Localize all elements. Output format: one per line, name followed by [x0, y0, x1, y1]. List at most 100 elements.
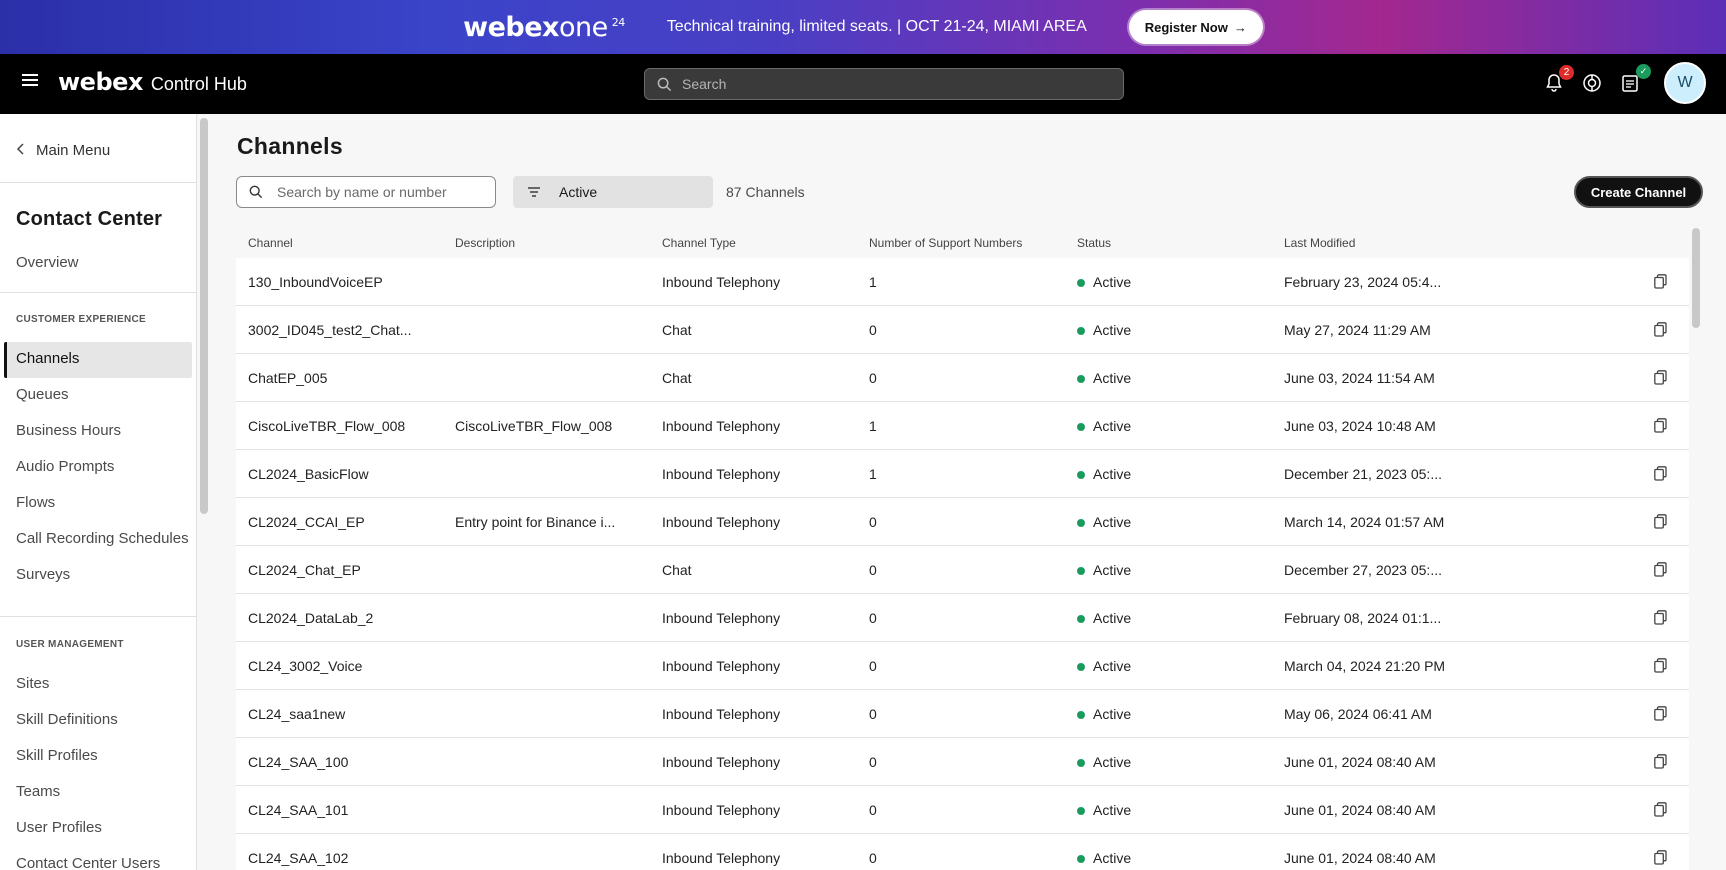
global-search-input[interactable] — [682, 76, 1102, 92]
sidebar-item-flows[interactable]: Flows — [16, 494, 55, 511]
table-row[interactable]: ChatEP_005 Chat 0 Active June 03, 2024 11:54… — [236, 354, 1689, 402]
copy-icon[interactable] — [1642, 754, 1689, 769]
column-header-channel[interactable]: Channel — [236, 236, 443, 250]
status-label: Active — [1093, 321, 1132, 338]
search-icon — [657, 77, 672, 91]
channel-search[interactable] — [236, 176, 496, 208]
register-now-button[interactable]: Register Now → — [1128, 10, 1263, 44]
cell-last-modified: May 06, 2024 06:41 AM — [1284, 705, 1432, 722]
cell-support-numbers: 0 — [869, 705, 877, 722]
cell-last-modified: June 01, 2024 08:40 AM — [1284, 753, 1436, 770]
sidebar-item-skill-profiles[interactable]: Skill Profiles — [16, 747, 98, 764]
sidebar-item-user-profiles[interactable]: User Profiles — [16, 819, 102, 836]
copy-icon[interactable] — [1642, 322, 1689, 337]
copy-icon[interactable] — [1642, 562, 1689, 577]
cell-channel-type: Inbound Telephony — [662, 705, 781, 722]
cell-last-modified: February 08, 2024 01:1... — [1284, 609, 1442, 626]
sidebar-item-sites[interactable]: Sites — [16, 675, 49, 692]
column-header-status[interactable]: Status — [1065, 236, 1272, 250]
table-row[interactable]: CL24_SAA_101 Inbound Telephony 0 Active June… — [236, 786, 1689, 834]
sidebar-title: Contact Center — [16, 208, 163, 230]
webexone-logo: webex one 24 — [463, 12, 625, 43]
cell-status: Active — [1065, 658, 1272, 674]
page-title: Channels — [237, 133, 343, 159]
cell-channel: CL2024_BasicFlow — [248, 465, 369, 482]
table-row[interactable]: CL2024_Chat_EP Chat 0 Active December 27, 20… — [236, 546, 1689, 594]
hamburger-menu-icon[interactable] — [22, 74, 38, 88]
copy-icon[interactable] — [1642, 706, 1689, 721]
table-row[interactable]: 3002_ID045_test2_Chat... Chat 0 Active May 2… — [236, 306, 1689, 354]
cell-status: Active — [1065, 322, 1272, 338]
copy-icon[interactable] — [1642, 370, 1689, 385]
status-filter-dropdown[interactable]: Active — [513, 176, 713, 208]
cell-channel-type: Inbound Telephony — [662, 801, 781, 818]
cell-status: Active — [1065, 754, 1272, 770]
banner-logo-sup: 24 — [611, 15, 626, 29]
cell-channel: CL2024_CCAI_EP — [248, 513, 365, 530]
sidebar-item-contact-center-users[interactable]: Contact Center Users — [16, 855, 160, 870]
column-header-channel-type[interactable]: Channel Type — [650, 236, 857, 250]
channel-search-input[interactable] — [277, 184, 477, 200]
sidebar-item-audio-prompts[interactable]: Audio Prompts — [16, 458, 114, 475]
table-row[interactable]: 130_InboundVoiceEP Inbound Telephony 1 Acti… — [236, 258, 1689, 306]
column-header-last-modified[interactable]: Last Modified — [1272, 236, 1642, 250]
sidebar-item-business-hours[interactable]: Business Hours — [16, 422, 121, 439]
column-header-support-numbers[interactable]: Number of Support Numbers — [857, 236, 1065, 250]
cell-last-modified: March 04, 2024 21:20 PM — [1284, 657, 1446, 674]
copy-icon[interactable] — [1642, 610, 1689, 625]
table-scrollbar[interactable] — [1692, 228, 1700, 328]
sidebar-scrollbar[interactable] — [200, 118, 208, 514]
sidebar-item-queues[interactable]: Queues — [16, 386, 69, 403]
sidebar-item-teams[interactable]: Teams — [16, 783, 60, 800]
table-row[interactable]: CL2024_CCAI_EP Entry point for Binance i.… — [236, 498, 1689, 546]
main-menu-label: Main Menu — [36, 142, 111, 159]
brand-logo: webex Control Hub — [58, 68, 247, 96]
copy-icon[interactable] — [1642, 802, 1689, 817]
cell-support-numbers: 1 — [869, 417, 877, 434]
tasks-checklist-icon[interactable]: ✓ — [1618, 64, 1651, 95]
check-badge-icon: ✓ — [1636, 64, 1651, 79]
cell-last-modified: March 14, 2024 01:57 AM — [1284, 513, 1445, 530]
main-menu-back-link[interactable]: Main Menu — [16, 142, 110, 159]
banner-text: Technical training, limited seats. | OCT… — [666, 18, 1087, 35]
cell-support-numbers: 0 — [869, 801, 877, 818]
notifications-bell-icon[interactable]: 2 — [1542, 65, 1574, 95]
copy-icon[interactable] — [1642, 418, 1689, 433]
table-row[interactable]: CL24_saa1new Inbound Telephony 0 Active May … — [236, 690, 1689, 738]
cell-description: CiscoLiveTBR_Flow_008 — [455, 417, 613, 434]
sidebar-item-call-recording-schedules[interactable]: Call Recording Schedules — [16, 530, 189, 547]
table-row[interactable]: CL24_3002_Voice Inbound Telephony 0 Active M… — [236, 642, 1689, 690]
help-support-icon[interactable] — [1580, 71, 1604, 95]
cell-support-numbers: 0 — [869, 657, 877, 674]
cell-channel-type: Chat — [662, 321, 692, 338]
table-row[interactable]: CL24_SAA_102 Inbound Telephony 0 Active June… — [236, 834, 1689, 870]
channels-table: Channel Description Channel Type Number … — [236, 228, 1689, 870]
sidebar-item-channels[interactable]: Channels — [16, 350, 79, 367]
sidebar-item-overview[interactable]: Overview — [16, 254, 79, 271]
banner-logo-one: one — [558, 11, 608, 43]
copy-icon[interactable] — [1642, 514, 1689, 529]
status-dot-icon — [1077, 566, 1085, 575]
table-row[interactable]: CiscoLiveTBR_Flow_008 CiscoLiveTBR_Flow_0… — [236, 402, 1689, 450]
copy-icon[interactable] — [1642, 658, 1689, 673]
cell-channel: CL24_SAA_100 — [248, 753, 349, 770]
table-row[interactable]: CL24_SAA_100 Inbound Telephony 0 Active June… — [236, 738, 1689, 786]
create-channel-button[interactable]: Create Channel — [1574, 176, 1703, 208]
sidebar-item-skill-definitions[interactable]: Skill Definitions — [16, 711, 118, 728]
status-dot-icon — [1077, 854, 1085, 863]
table-row[interactable]: CL2024_DataLab_2 Inbound Telephony 0 Active… — [236, 594, 1689, 642]
copy-icon[interactable] — [1642, 274, 1689, 289]
copy-icon[interactable] — [1642, 466, 1689, 481]
column-header-description[interactable]: Description — [443, 236, 650, 250]
notifications-count-badge: 2 — [1559, 65, 1574, 80]
status-label: Active — [1093, 273, 1132, 290]
cell-support-numbers: 0 — [869, 513, 877, 530]
copy-icon[interactable] — [1642, 850, 1689, 865]
status-label: Active — [1093, 753, 1132, 770]
sidebar-item-surveys[interactable]: Surveys — [16, 566, 70, 583]
cell-last-modified: June 03, 2024 10:48 AM — [1284, 417, 1436, 434]
global-search[interactable] — [644, 68, 1124, 100]
user-avatar[interactable]: W — [1664, 62, 1706, 104]
cell-support-numbers: 0 — [869, 753, 877, 770]
table-row[interactable]: CL2024_BasicFlow Inbound Telephony 1 Active… — [236, 450, 1689, 498]
